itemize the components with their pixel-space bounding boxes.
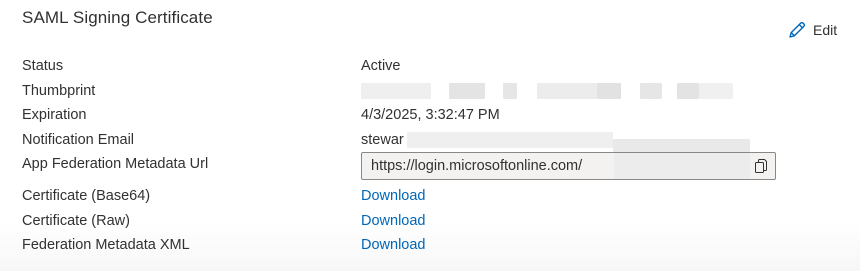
thumbprint-label: Thumbprint <box>22 83 96 99</box>
cert-raw-label: Certificate (Raw) <box>22 213 130 229</box>
metadata-url-label: App Federation Metadata Url <box>22 156 209 172</box>
email-redaction-2 <box>613 139 750 153</box>
section-title: SAML Signing Certificate <box>22 8 213 27</box>
email-redaction <box>407 132 613 148</box>
row-status: Status Active <box>0 55 860 77</box>
federation-xml-download-link[interactable]: Download <box>361 234 426 256</box>
cert-base64-label: Certificate (Base64) <box>22 188 151 204</box>
expiration-value: 4/3/2025, 3:32:47 PM <box>361 107 500 123</box>
row-notification-email: Notification Email stewar <box>0 129 860 153</box>
status-label: Status <box>22 58 64 74</box>
status-value: Active <box>361 58 401 74</box>
row-cert-raw: Certificate (Raw) Download <box>0 210 860 232</box>
row-expiration: Expiration 4/3/2025, 3:32:47 PM <box>0 104 860 126</box>
pencil-icon <box>787 20 807 40</box>
edit-button-label: Edit <box>813 22 838 38</box>
notification-email-label: Notification Email <box>22 132 135 148</box>
federation-xml-label: Federation Metadata XML <box>22 237 190 253</box>
notification-email-value: stewar <box>361 132 404 148</box>
row-federation-xml: Federation Metadata XML Download <box>0 234 860 256</box>
row-thumbprint: Thumbprint <box>0 80 860 102</box>
copy-icon[interactable] <box>753 158 769 174</box>
edit-button[interactable]: Edit <box>787 19 837 41</box>
row-cert-base64: Certificate (Base64) Download <box>0 185 860 207</box>
metadata-url-value: https://login.microsoftonline.com/ <box>371 158 583 174</box>
cert-base64-download-link[interactable]: Download <box>361 185 426 207</box>
metadata-url-field[interactable]: https://login.microsoftonline.com/ <box>361 152 776 180</box>
cert-raw-download-link[interactable]: Download <box>361 210 426 232</box>
expiration-label: Expiration <box>22 107 87 123</box>
saml-signing-certificate-card: SAML Signing Certificate Edit Status Act… <box>0 0 860 271</box>
url-redaction <box>614 153 750 179</box>
